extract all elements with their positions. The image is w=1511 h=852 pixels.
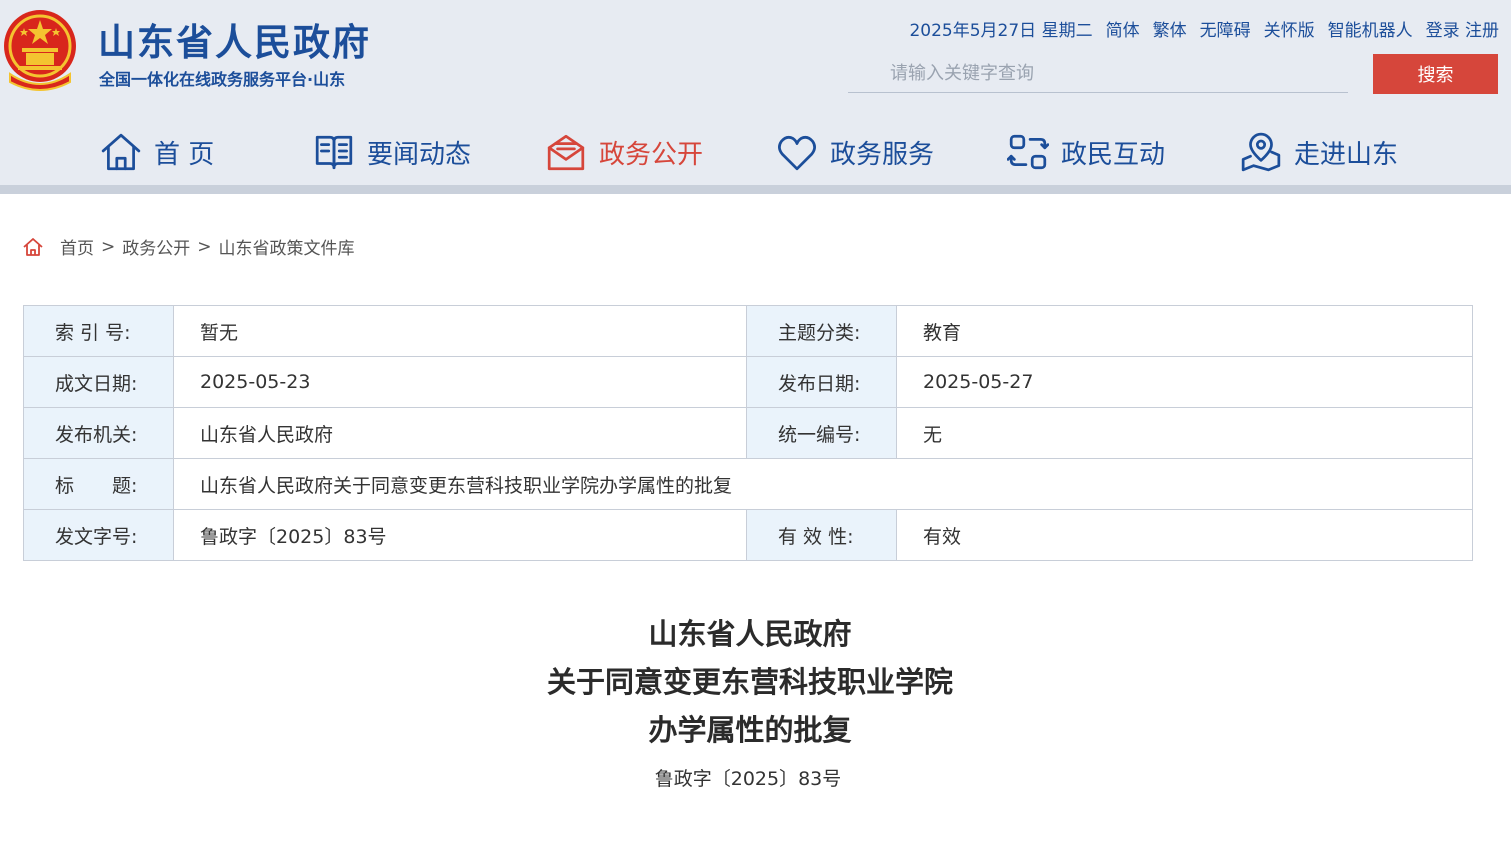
- site-header: 山东省人民政府 全国一体化在线政务服务平台·山东 2025年5月27日 星期二简…: [0, 0, 1511, 185]
- login-register-link[interactable]: 登录 注册: [1426, 21, 1499, 41]
- written-date-value: 2025-05-23: [173, 356, 747, 408]
- accessibility-link[interactable]: 无障碍: [1200, 21, 1251, 41]
- breadcrumb-policy-library[interactable]: 山东省政策文件库: [219, 234, 355, 259]
- table-row: 标 题: 山东省人民政府关于同意变更东营科技职业学院办学属性的批复: [23, 458, 1473, 510]
- nav-item-label: 要闻动态: [367, 139, 472, 170]
- header-divider: [0, 185, 1511, 194]
- book-icon: [315, 135, 353, 170]
- breadcrumb-government-affairs[interactable]: 政务公开: [122, 234, 190, 259]
- mail-icon: [547, 134, 585, 171]
- main-nav: 首 页 要闻动态 政务公开 政务服务 政民互动 走进山东: [0, 120, 1511, 184]
- nav-item-label: 政务服务: [830, 139, 935, 170]
- publish-date-value: 2025-05-27: [896, 356, 1473, 408]
- interaction-icon: [1007, 134, 1049, 170]
- unified-code-label: 统一编号:: [746, 407, 897, 459]
- nav-item-label: 政民互动: [1061, 139, 1166, 170]
- table-row: 发布机关: 山东省人民政府 统一编号: 无: [23, 407, 1473, 459]
- heart-icon: [778, 135, 816, 171]
- breadcrumb-separator: >: [101, 236, 116, 257]
- document-number-label: 发文字号:: [23, 509, 174, 561]
- issuer-value: 山东省人民政府: [173, 407, 747, 459]
- index-number-label: 索 引 号:: [23, 305, 174, 357]
- breadcrumb-separator: >: [197, 236, 212, 257]
- title-label: 标 题:: [23, 458, 174, 510]
- current-date: 2025年5月27日 星期二: [909, 21, 1093, 41]
- category-label: 主题分类:: [746, 305, 897, 357]
- category-value: 教育: [896, 305, 1473, 357]
- nav-item-news[interactable]: 要闻动态: [313, 130, 471, 174]
- search-input[interactable]: [848, 55, 1348, 93]
- unified-code-value: 无: [896, 407, 1473, 459]
- table-row: 发文字号: 鲁政字〔2025〕83号 有 效 性: 有效: [23, 509, 1473, 561]
- validity-value: 有效: [896, 509, 1473, 561]
- written-date-label: 成文日期:: [23, 356, 174, 408]
- national-emblem-icon: [4, 10, 76, 91]
- publish-date-label: 发布日期:: [746, 356, 897, 408]
- nav-item-home[interactable]: 首 页: [100, 130, 214, 174]
- document-title: 山东省人民政府 关于同意变更东营科技职业学院 办学属性的批复: [0, 610, 1500, 754]
- breadcrumb-home[interactable]: 首页: [60, 234, 94, 259]
- nav-item-label: 首 页: [154, 139, 215, 170]
- nav-item-government-affairs[interactable]: 政务公开: [545, 130, 703, 174]
- nav-item-label: 政务公开: [599, 139, 704, 170]
- location-icon: [1241, 132, 1281, 172]
- index-number-value: 暂无: [173, 305, 747, 357]
- table-row: 索 引 号: 暂无 主题分类: 教育: [23, 305, 1473, 357]
- issuer-label: 发布机关:: [23, 407, 174, 459]
- home-icon: [23, 237, 43, 256]
- table-row: 成文日期: 2025-05-23 发布日期: 2025-05-27: [23, 356, 1473, 408]
- document-title-line: 山东省人民政府: [648, 617, 852, 651]
- document-metadata-table: 索 引 号: 暂无 主题分类: 教育 成文日期: 2025-05-23 发布日期…: [23, 305, 1473, 561]
- document-number: 鲁政字〔2025〕83号: [654, 768, 842, 790]
- smart-robot-link[interactable]: 智能机器人: [1328, 21, 1413, 41]
- nav-item-about-shandong[interactable]: 走进山东: [1240, 130, 1398, 174]
- elderly-mode-link[interactable]: 关怀版: [1264, 21, 1315, 41]
- site-title[interactable]: 山东省人民政府: [98, 12, 371, 66]
- traditional-chinese-link[interactable]: 繁体: [1153, 21, 1187, 41]
- search-button[interactable]: 搜索: [1373, 54, 1498, 94]
- validity-label: 有 效 性:: [746, 509, 897, 561]
- breadcrumb: 首页 > 政务公开 > 山东省政策文件库: [22, 234, 355, 259]
- home-icon: [101, 133, 141, 171]
- nav-item-services[interactable]: 政务服务: [776, 130, 934, 174]
- title-value: 山东省人民政府关于同意变更东营科技职业学院办学属性的批复: [173, 458, 1473, 510]
- nav-item-label: 走进山东: [1294, 139, 1399, 170]
- simplified-chinese-link[interactable]: 简体: [1106, 21, 1140, 41]
- document-title-line: 关于同意变更东营科技职业学院: [546, 665, 953, 699]
- document-title-line: 办学属性的批复: [648, 713, 852, 747]
- nav-item-interaction[interactable]: 政民互动: [1007, 130, 1165, 174]
- top-links: 2025年5月27日 星期二 简体 繁体 无障碍 关怀版 智能机器人 登录 注册: [909, 16, 1499, 41]
- site-subtitle: 全国一体化在线政务服务平台·山东: [99, 70, 346, 89]
- document-number-value: 鲁政字〔2025〕83号: [173, 509, 747, 561]
